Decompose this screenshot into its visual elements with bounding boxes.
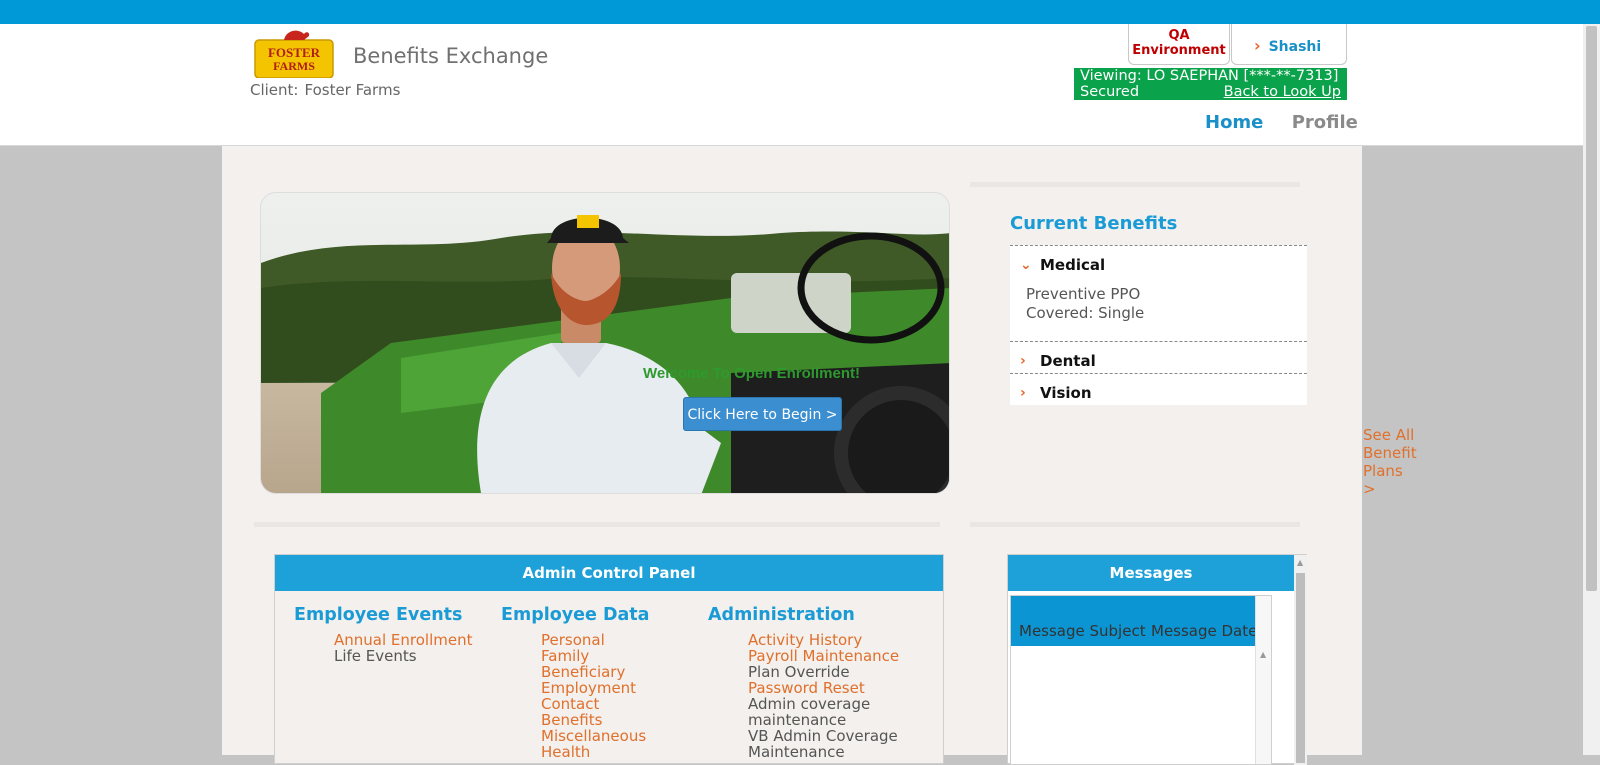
separator — [970, 182, 1300, 187]
page-scrollbar[interactable] — [1583, 24, 1600, 755]
admin-control-panel-title: Admin Control Panel — [275, 555, 943, 591]
nav-home[interactable]: Home — [1205, 112, 1263, 133]
admin-link-personal[interactable]: Personal — [541, 632, 650, 648]
admin-link-beneficiary[interactable]: Beneficiary — [541, 664, 650, 680]
benefit-coverage: Covered: Single — [1026, 304, 1145, 322]
messages-table-scrollbar[interactable]: ▲ — [1255, 596, 1271, 764]
top-accent-bar — [0, 0, 1600, 24]
benefit-medical-details: Preventive PPO Covered: Single — [1010, 277, 1307, 341]
separator — [970, 522, 1300, 527]
admin-control-panel: Admin Control Panel Employee Events Annu… — [274, 554, 944, 764]
app-title: Benefits Exchange — [353, 44, 549, 68]
admin-link-benefits[interactable]: Benefits — [541, 712, 650, 728]
environment-badge: QA Environment — [1128, 24, 1230, 65]
messages-panel-scrollbar[interactable]: ▲ — [1294, 555, 1307, 765]
client-label: Client: — [250, 81, 299, 99]
admin-link-family[interactable]: Family — [541, 648, 650, 664]
admin-column-administration: Administration Activity History Payroll … — [708, 605, 908, 760]
benefit-medical[interactable]: ⌄ Medical Preventive PPO Covered: Single — [1010, 245, 1307, 341]
chevron-right-icon: › — [1020, 353, 1026, 369]
benefit-vision-header[interactable]: › Vision — [1010, 374, 1307, 405]
admin-link-annual-enrollment[interactable]: Annual Enrollment — [334, 632, 472, 648]
viewing-text: Viewing: LO SAEPHAN [***-**-7313] — [1080, 68, 1339, 84]
admin-column-heading: Employee Data — [501, 605, 650, 625]
chevron-down-icon: ⌄ — [1020, 257, 1032, 273]
site-header: FOSTER FARMS Benefits Exchange Client: Fo… — [0, 24, 1583, 146]
messages-panel: Messages Message Subject Message Date ▲ … — [1007, 554, 1307, 765]
benefit-medical-header[interactable]: ⌄ Medical — [1010, 246, 1307, 277]
environment-line1: QA — [1168, 28, 1190, 43]
viewing-banner: Viewing: LO SAEPHAN [***-**-7313] Secure… — [1074, 68, 1347, 100]
admin-column-employee-events: Employee Events Annual Enrollment Life E… — [294, 605, 472, 664]
messages-table-header: Message Subject Message Date — [1011, 596, 1271, 646]
secured-text: Secured — [1080, 84, 1140, 100]
benefit-dental[interactable]: › Dental — [1010, 341, 1307, 373]
back-to-lookup-link[interactable]: Back to Look Up — [1224, 84, 1341, 100]
admin-link-activity-history[interactable]: Activity History — [748, 632, 908, 648]
admin-column-heading: Administration — [708, 605, 855, 625]
foster-farms-logo[interactable]: FOSTER FARMS — [254, 28, 334, 78]
separator — [254, 522, 940, 527]
messages-title: Messages — [1008, 555, 1294, 591]
admin-link-employment[interactable]: Employment — [541, 680, 650, 696]
main-content: Welcome To Open Enrollment! Click Here t… — [222, 146, 1417, 765]
scroll-up-arrow-icon[interactable]: ▲ — [1297, 558, 1303, 567]
logo-text-line1: FOSTER — [268, 45, 321, 60]
messages-table: Message Subject Message Date ▲ — [1010, 595, 1272, 765]
admin-item-plan-override: Plan Override — [748, 663, 850, 681]
environment-line2: Environment — [1132, 43, 1226, 58]
admin-link-password-reset[interactable]: Password Reset — [748, 680, 908, 696]
see-all-benefit-plans-link[interactable]: See All Benefit Plans > — [1363, 426, 1417, 498]
column-header-date[interactable]: Message Date — [1151, 623, 1257, 640]
admin-item-life-events: Life Events — [334, 647, 417, 665]
admin-link-health[interactable]: Health — [541, 744, 650, 760]
benefit-dental-header[interactable]: › Dental — [1010, 342, 1307, 373]
current-benefits-list: ⌄ Medical Preventive PPO Covered: Single… — [1010, 245, 1307, 405]
client-name: Foster Farms — [304, 81, 401, 99]
user-name: Shashi — [1268, 39, 1322, 55]
admin-column-employee-data: Employee Data Personal Family Beneficiar… — [501, 605, 650, 760]
admin-link-payroll-maintenance[interactable]: Payroll Maintenance — [748, 648, 908, 664]
hero-welcome-text: Welcome To Open Enrollment! — [643, 365, 860, 382]
admin-item-admin-coverage-maintenance: Admin coverage maintenance — [748, 695, 871, 729]
main-nav: Home Profile — [1205, 112, 1358, 133]
page-scrollbar-thumb[interactable] — [1586, 26, 1597, 591]
admin-column-heading: Employee Events — [294, 605, 463, 625]
benefit-label: Vision — [1040, 384, 1092, 402]
admin-link-miscellaneous[interactable]: Miscellaneous — [541, 728, 650, 744]
admin-item-vb-admin-coverage-maintenance: VB Admin Coverage Maintenance — [748, 727, 898, 761]
column-header-subject[interactable]: Message Subject — [1019, 623, 1151, 640]
client-info: Client: Foster Farms — [250, 81, 400, 99]
benefit-vision[interactable]: › Vision — [1010, 373, 1307, 405]
hero-banner: Welcome To Open Enrollment! Click Here t… — [260, 192, 950, 494]
chevron-right-icon: › — [1020, 385, 1026, 401]
hero-photo — [261, 193, 949, 493]
begin-enrollment-button[interactable]: Click Here to Begin > — [683, 397, 842, 431]
nav-profile[interactable]: Profile — [1292, 112, 1358, 133]
benefit-label: Medical — [1040, 256, 1106, 274]
logo-text-line2: FARMS — [273, 59, 315, 73]
admin-link-contact[interactable]: Contact — [541, 696, 650, 712]
scroll-up-arrow-icon[interactable]: ▲ — [1260, 650, 1266, 659]
benefit-label: Dental — [1040, 352, 1096, 370]
benefit-plan: Preventive PPO — [1026, 285, 1141, 303]
user-menu-button[interactable]: › Shashi — [1231, 24, 1347, 65]
current-benefits-title: Current Benefits — [1010, 213, 1178, 234]
chevron-right-icon: › — [1254, 36, 1261, 55]
messages-panel-scrollbar-thumb[interactable] — [1296, 573, 1305, 763]
